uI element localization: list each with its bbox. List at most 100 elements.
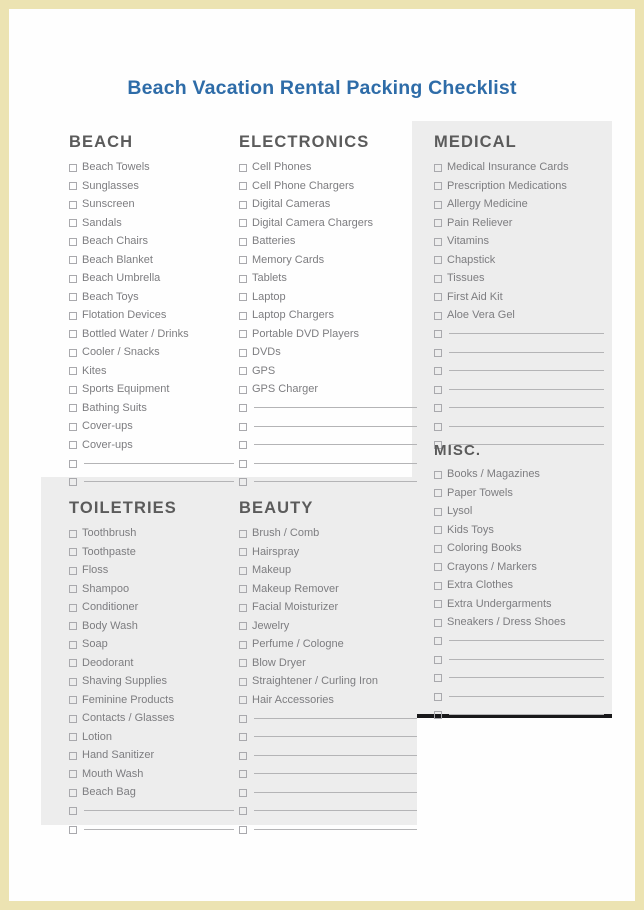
- checkbox-icon[interactable]: [239, 404, 247, 412]
- checklist-blank-line[interactable]: [239, 803, 417, 820]
- write-in-rule[interactable]: [84, 481, 234, 482]
- checkbox-icon[interactable]: [69, 163, 77, 172]
- checklist-item[interactable]: Prescription Medications: [434, 178, 604, 195]
- checklist-item[interactable]: Tablets: [239, 270, 417, 287]
- checkbox-icon[interactable]: [434, 618, 442, 627]
- checkbox-icon[interactable]: [239, 788, 247, 797]
- write-in-rule[interactable]: [449, 677, 604, 678]
- write-in-rule[interactable]: [254, 407, 417, 408]
- checklist-blank-line[interactable]: [434, 670, 604, 687]
- checklist-item[interactable]: Toothpaste: [69, 544, 234, 561]
- checkbox-icon[interactable]: [239, 825, 247, 834]
- checkbox-icon[interactable]: [69, 311, 77, 320]
- checkbox-icon[interactable]: [69, 714, 77, 723]
- checkbox-icon[interactable]: [69, 807, 77, 815]
- checkbox-icon[interactable]: [434, 237, 442, 246]
- checklist-item[interactable]: Lysol: [434, 503, 604, 520]
- write-in-rule[interactable]: [254, 773, 417, 774]
- checkbox-icon[interactable]: [239, 274, 247, 283]
- checklist-blank-line[interactable]: [434, 326, 604, 343]
- checklist-item[interactable]: Memory Cards: [239, 252, 417, 269]
- checklist-item[interactable]: Perfume / Cologne: [239, 636, 417, 653]
- checklist-item[interactable]: Cell Phone Chargers: [239, 178, 417, 195]
- checklist-item[interactable]: Extra Undergarments: [434, 596, 604, 613]
- checkbox-icon[interactable]: [434, 507, 442, 516]
- checklist-blank-line[interactable]: [434, 707, 604, 724]
- write-in-rule[interactable]: [449, 333, 604, 334]
- checklist-item[interactable]: Coloring Books: [434, 540, 604, 557]
- checkbox-icon[interactable]: [239, 733, 247, 741]
- checklist-item[interactable]: Pain Reliever: [434, 215, 604, 232]
- checklist-item[interactable]: GPS Charger: [239, 381, 417, 398]
- checkbox-icon[interactable]: [69, 367, 77, 375]
- checkbox-icon[interactable]: [239, 219, 247, 227]
- checklist-item[interactable]: Digital Camera Chargers: [239, 215, 417, 232]
- checkbox-icon[interactable]: [69, 182, 77, 190]
- write-in-rule[interactable]: [449, 695, 604, 697]
- checkbox-icon[interactable]: [434, 422, 442, 431]
- write-in-rule[interactable]: [254, 736, 417, 737]
- checklist-item[interactable]: Feminine Products: [69, 692, 234, 709]
- checkbox-icon[interactable]: [69, 478, 77, 486]
- write-in-rule[interactable]: [449, 658, 604, 660]
- checkbox-icon[interactable]: [434, 655, 442, 664]
- checkbox-icon[interactable]: [434, 563, 442, 571]
- checklist-item[interactable]: Makeup Remover: [239, 581, 417, 598]
- checkbox-icon[interactable]: [239, 422, 247, 431]
- checklist-item[interactable]: Shampoo: [69, 581, 234, 598]
- checklist-item[interactable]: Cover-ups: [69, 418, 234, 435]
- checkbox-icon[interactable]: [69, 677, 77, 686]
- checklist-item[interactable]: Straightener / Curling Iron: [239, 673, 417, 690]
- checkbox-icon[interactable]: [239, 330, 247, 338]
- checklist-item[interactable]: Sneakers / Dress Shoes: [434, 614, 604, 631]
- write-in-rule[interactable]: [84, 810, 234, 811]
- checkbox-icon[interactable]: [434, 544, 442, 553]
- checklist-item[interactable]: Blow Dryer: [239, 655, 417, 672]
- checkbox-icon[interactable]: [434, 674, 442, 682]
- checklist-item[interactable]: Hand Sanitizer: [69, 747, 234, 764]
- checklist-item[interactable]: Hair Accessories: [239, 692, 417, 709]
- checkbox-icon[interactable]: [239, 237, 247, 246]
- checkbox-icon[interactable]: [239, 200, 247, 209]
- checkbox-icon[interactable]: [434, 404, 442, 412]
- checklist-item[interactable]: Beach Bag: [69, 784, 234, 801]
- checklist-item[interactable]: Paper Towels: [434, 485, 604, 502]
- checkbox-icon[interactable]: [239, 459, 247, 468]
- write-in-rule[interactable]: [449, 714, 604, 715]
- write-in-rule[interactable]: [254, 754, 417, 756]
- write-in-rule[interactable]: [254, 791, 417, 793]
- checklist-blank-line[interactable]: [239, 455, 417, 472]
- checklist-blank-line[interactable]: [239, 710, 417, 727]
- checklist-item[interactable]: Hairspray: [239, 544, 417, 561]
- checklist-item[interactable]: Tissues: [434, 270, 604, 287]
- checklist-blank-line[interactable]: [434, 418, 604, 435]
- checklist-item[interactable]: Aloe Vera Gel: [434, 307, 604, 324]
- checklist-blank-line[interactable]: [434, 688, 604, 705]
- checklist-item[interactable]: Allergy Medicine: [434, 196, 604, 213]
- checklist-item[interactable]: Kids Toys: [434, 522, 604, 539]
- checkbox-icon[interactable]: [434, 367, 442, 375]
- checkbox-icon[interactable]: [69, 751, 77, 760]
- checkbox-icon[interactable]: [69, 330, 77, 338]
- checklist-blank-line[interactable]: [69, 803, 234, 820]
- checkbox-icon[interactable]: [69, 219, 77, 227]
- checkbox-icon[interactable]: [69, 622, 77, 630]
- checklist-item[interactable]: Kites: [69, 363, 234, 380]
- checklist-item[interactable]: Digital Cameras: [239, 196, 417, 213]
- checkbox-icon[interactable]: [239, 385, 247, 394]
- checkbox-icon[interactable]: [239, 585, 247, 593]
- checkbox-icon[interactable]: [69, 459, 77, 468]
- checklist-item[interactable]: Flotation Devices: [69, 307, 234, 324]
- write-in-rule[interactable]: [254, 425, 417, 427]
- checkbox-icon[interactable]: [69, 200, 77, 209]
- checkbox-icon[interactable]: [434, 219, 442, 227]
- checkbox-icon[interactable]: [434, 385, 442, 394]
- checklist-item[interactable]: Batteries: [239, 233, 417, 250]
- checklist-blank-line[interactable]: [239, 784, 417, 801]
- checklist-item[interactable]: Sunscreen: [69, 196, 234, 213]
- checklist-blank-line[interactable]: [69, 455, 234, 472]
- checklist-item[interactable]: Conditioner: [69, 599, 234, 616]
- checkbox-icon[interactable]: [69, 441, 77, 449]
- checkbox-icon[interactable]: [434, 163, 442, 172]
- checklist-item[interactable]: Laptop Chargers: [239, 307, 417, 324]
